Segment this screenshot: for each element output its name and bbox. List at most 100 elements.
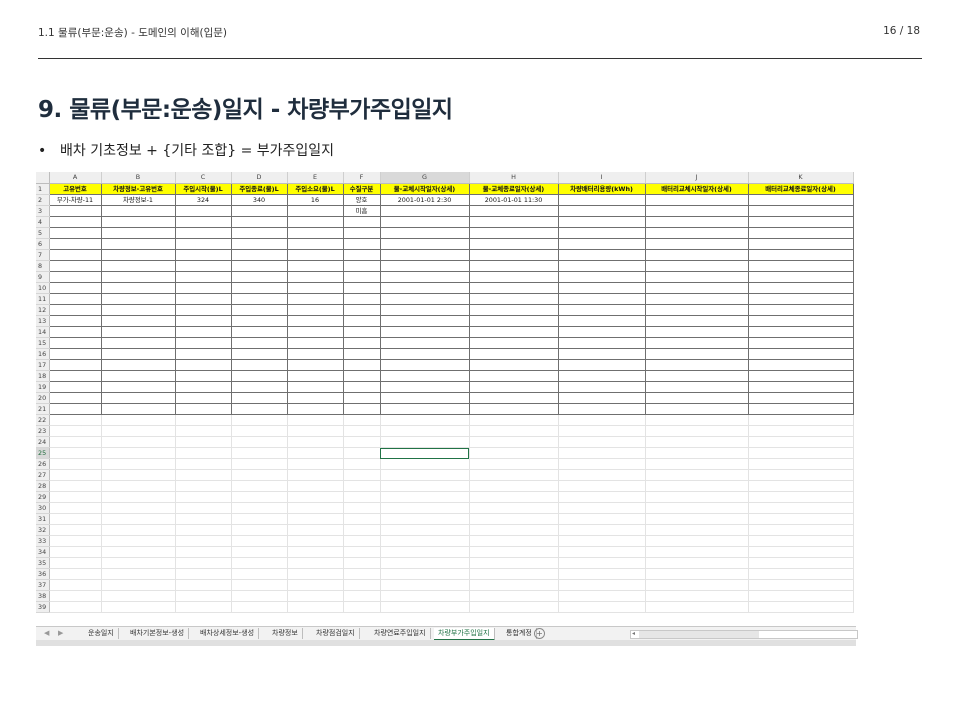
cell-A31[interactable] [49, 513, 102, 525]
cell-J30[interactable] [645, 502, 749, 514]
cell-E36[interactable] [287, 568, 344, 580]
cell-D4[interactable] [231, 216, 288, 228]
cell-B1[interactable]: 차량정보-고유번호 [100, 183, 176, 195]
cell-E12[interactable] [287, 304, 344, 316]
cell-G32[interactable] [380, 524, 470, 536]
cell-B3[interactable] [101, 205, 176, 217]
cell-K27[interactable] [748, 469, 854, 481]
cell-H33[interactable] [469, 535, 559, 547]
cell-A21[interactable] [49, 403, 102, 415]
cell-F16[interactable] [343, 348, 381, 360]
cell-A28[interactable] [49, 480, 102, 492]
cell-I7[interactable] [558, 249, 646, 261]
cell-B27[interactable] [101, 469, 176, 481]
cell-F23[interactable] [343, 425, 381, 437]
cell-F27[interactable] [343, 469, 381, 481]
cell-G18[interactable] [380, 370, 470, 382]
cell-C38[interactable] [175, 590, 232, 602]
column-header[interactable]: C [175, 172, 232, 184]
cell-H27[interactable] [469, 469, 559, 481]
cell-I23[interactable] [558, 425, 646, 437]
cell-D30[interactable] [231, 502, 288, 514]
cell-C24[interactable] [175, 436, 232, 448]
cell-C14[interactable] [175, 326, 232, 338]
cell-A19[interactable] [49, 381, 102, 393]
cell-G19[interactable] [380, 381, 470, 393]
cell-D23[interactable] [231, 425, 288, 437]
cell-E30[interactable] [287, 502, 344, 514]
cell-J11[interactable] [645, 293, 749, 305]
cell-I14[interactable] [558, 326, 646, 338]
row-header[interactable]: 9 [36, 271, 50, 283]
cell-J24[interactable] [645, 436, 749, 448]
cell-D6[interactable] [231, 238, 288, 250]
cell-I36[interactable] [558, 568, 646, 580]
cell-H34[interactable] [469, 546, 559, 558]
cell-G37[interactable] [380, 579, 470, 591]
cell-E27[interactable] [287, 469, 344, 481]
cell-I34[interactable] [558, 546, 646, 558]
cell-I25[interactable] [558, 447, 646, 459]
cell-G29[interactable] [380, 491, 470, 503]
row-header[interactable]: 30 [36, 502, 50, 514]
cell-A1[interactable]: 고유번호 [48, 183, 102, 195]
cell-G23[interactable] [380, 425, 470, 437]
cell-A22[interactable] [49, 414, 102, 426]
row-header[interactable]: 7 [36, 249, 50, 261]
cell-K20[interactable] [748, 392, 854, 404]
cell-K34[interactable] [748, 546, 854, 558]
sheet-tab[interactable]: 통합계정 [502, 628, 537, 639]
cell-E22[interactable] [287, 414, 344, 426]
row-header[interactable]: 25 [36, 447, 50, 459]
cell-H12[interactable] [469, 304, 559, 316]
cell-K22[interactable] [748, 414, 854, 426]
cell-D25[interactable] [231, 447, 288, 459]
cell-J12[interactable] [645, 304, 749, 316]
row-header[interactable]: 5 [36, 227, 50, 239]
spreadsheet[interactable]: A B C D E F G H I J K 1 고유번호 차량정보-고유번호 주입시작(물)L 주입종료(물)… [36, 172, 856, 646]
row-header[interactable]: 33 [36, 535, 50, 547]
tab-scroll-right-icon[interactable]: ▶ [58, 629, 63, 637]
cell-F38[interactable] [343, 590, 381, 602]
cell-C32[interactable] [175, 524, 232, 536]
cell-J16[interactable] [645, 348, 749, 360]
cell-B22[interactable] [101, 414, 176, 426]
cell-H28[interactable] [469, 480, 559, 492]
cell-H36[interactable] [469, 568, 559, 580]
cell-E10[interactable] [287, 282, 344, 294]
cell-A18[interactable] [49, 370, 102, 382]
sheet-tab[interactable]: 배차기본정보-생성 [126, 628, 190, 639]
cell-D11[interactable] [231, 293, 288, 305]
cell-I29[interactable] [558, 491, 646, 503]
cell-K16[interactable] [748, 348, 854, 360]
cell-I4[interactable] [558, 216, 646, 228]
cell-J10[interactable] [645, 282, 749, 294]
cell-D10[interactable] [231, 282, 288, 294]
cell-K2[interactable] [748, 194, 854, 206]
cell-A15[interactable] [49, 337, 102, 349]
cell-B19[interactable] [101, 381, 176, 393]
cell-C34[interactable] [175, 546, 232, 558]
cell-A34[interactable] [49, 546, 102, 558]
cell-A11[interactable] [49, 293, 102, 305]
cell-H16[interactable] [469, 348, 559, 360]
cell-J18[interactable] [645, 370, 749, 382]
cell-D24[interactable] [231, 436, 288, 448]
cell-K7[interactable] [748, 249, 854, 261]
cell-J23[interactable] [645, 425, 749, 437]
cell-F26[interactable] [343, 458, 381, 470]
cell-K23[interactable] [748, 425, 854, 437]
cell-B13[interactable] [101, 315, 176, 327]
cell-G25[interactable] [380, 447, 470, 459]
sheet-tab[interactable]: 운송일지 [84, 628, 119, 639]
cell-K5[interactable] [748, 227, 854, 239]
cell-E1[interactable]: 주입소요(물)L [286, 183, 344, 195]
cell-H19[interactable] [469, 381, 559, 393]
cell-C9[interactable] [175, 271, 232, 283]
sheet-tab[interactable]: 차량정보 [268, 628, 303, 639]
cell-K1[interactable]: 배터리교체종료일자(상세) [747, 183, 854, 195]
sheet-tab[interactable]: 차량연료주입일지 [370, 628, 431, 639]
cell-H2[interactable]: 2001-01-01 11:30 [469, 194, 559, 206]
cell-E13[interactable] [287, 315, 344, 327]
cell-I18[interactable] [558, 370, 646, 382]
